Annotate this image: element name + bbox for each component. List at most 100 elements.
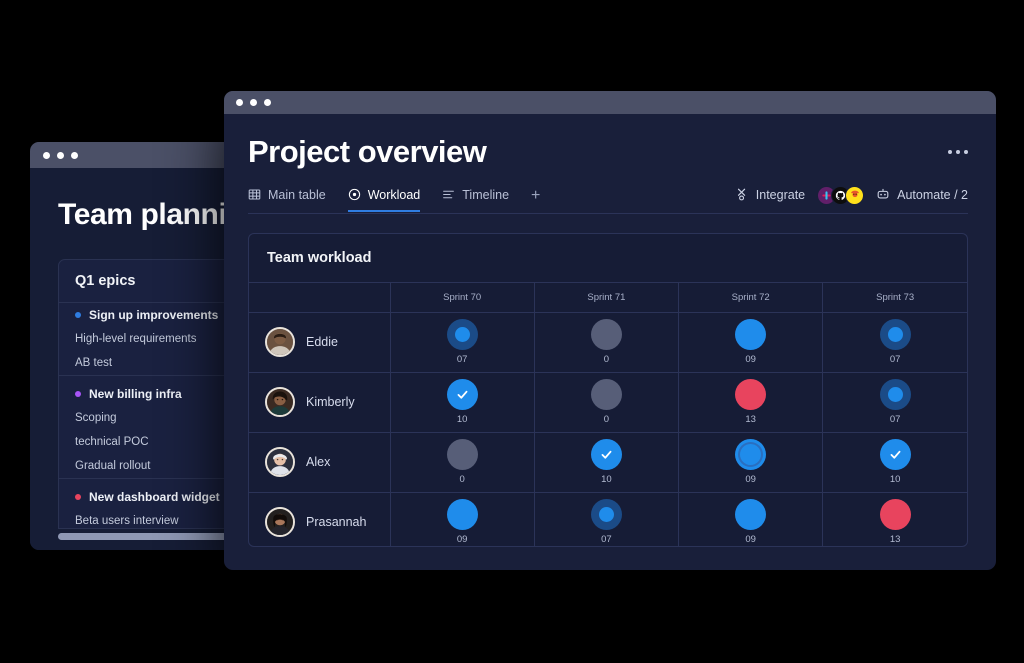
table-row[interactable]: Eddie 07 0 bbox=[249, 312, 967, 372]
project-overview-window[interactable]: Project overview bbox=[224, 91, 996, 570]
integration-badges[interactable] bbox=[817, 186, 864, 205]
workload-cell[interactable]: 0 bbox=[534, 312, 678, 372]
epic-title: Sign up improvements bbox=[89, 308, 218, 322]
avatar-kimberly bbox=[265, 387, 295, 417]
integrate-label: Integrate bbox=[756, 188, 805, 202]
team-workload-title: Team workload bbox=[249, 234, 967, 283]
table-row[interactable]: Prasannah 09 07 bbox=[249, 492, 967, 547]
add-view-button[interactable]: + bbox=[531, 188, 540, 212]
workload-bubble[interactable] bbox=[447, 439, 478, 470]
workload-cell[interactable]: 09 bbox=[679, 492, 823, 547]
epic-subitem-label: technical POC bbox=[75, 436, 149, 448]
workload-cell[interactable]: 07 bbox=[390, 312, 534, 372]
automate-button[interactable]: Automate / 2 bbox=[876, 187, 968, 204]
window-dot-close[interactable] bbox=[236, 99, 243, 106]
team-workload-panel: Team workload Sprint 70 Sprint 71 Sprint… bbox=[248, 233, 968, 547]
workload-value: 10 bbox=[457, 414, 468, 425]
tab-label: Workload bbox=[368, 188, 421, 202]
avatar-prasannah bbox=[265, 507, 295, 537]
workload-bubble[interactable] bbox=[735, 379, 766, 410]
window-dot-minimize[interactable] bbox=[57, 152, 64, 159]
page-title: Project overview bbox=[248, 136, 486, 169]
epic-subitem-label: Beta users interview bbox=[75, 515, 179, 527]
workload-bubble[interactable] bbox=[591, 319, 622, 350]
window-dot-close[interactable] bbox=[43, 152, 50, 159]
window-dot-maximize[interactable] bbox=[264, 99, 271, 106]
workload-value: 09 bbox=[745, 474, 756, 485]
workload-cell[interactable]: 07 bbox=[823, 312, 967, 372]
avatar-alex bbox=[265, 447, 295, 477]
workload-person-cell[interactable]: Eddie bbox=[249, 312, 390, 372]
tab-timeline[interactable]: Timeline bbox=[442, 188, 509, 212]
table-row[interactable]: Alex 0 bbox=[249, 432, 967, 492]
workload-col-sprint-70: Sprint 70 bbox=[390, 283, 534, 313]
workload-value: 09 bbox=[745, 354, 756, 365]
timeline-icon bbox=[442, 188, 455, 201]
epic-color-dot bbox=[75, 391, 81, 397]
workload-cell[interactable]: 0 bbox=[534, 372, 678, 432]
workload-bubble[interactable] bbox=[880, 439, 911, 470]
workload-cell[interactable]: 07 bbox=[534, 492, 678, 547]
workload-cell[interactable]: 10 bbox=[534, 432, 678, 492]
workload-bubble[interactable] bbox=[735, 439, 766, 470]
kebab-dot bbox=[948, 150, 952, 154]
workload-cell[interactable]: 10 bbox=[823, 432, 967, 492]
kebab-dot bbox=[964, 150, 968, 154]
workload-bubble[interactable] bbox=[880, 319, 911, 350]
workload-table: Sprint 70 Sprint 71 Sprint 72 Sprint 73 bbox=[249, 283, 967, 547]
workload-value: 10 bbox=[890, 474, 901, 485]
workload-cell[interactable]: 09 bbox=[679, 312, 823, 372]
workload-value: 13 bbox=[890, 534, 901, 545]
workload-bubble[interactable] bbox=[735, 499, 766, 530]
epic-title: New billing infra bbox=[89, 387, 182, 401]
workload-target-icon bbox=[348, 188, 361, 201]
workload-person-cell[interactable]: Prasannah bbox=[249, 492, 390, 547]
workload-value: 07 bbox=[890, 354, 901, 365]
workload-bubble[interactable] bbox=[591, 439, 622, 470]
workload-bubble[interactable] bbox=[447, 379, 478, 410]
table-row[interactable]: Kimberly 10 bbox=[249, 372, 967, 432]
workload-value: 10 bbox=[601, 474, 612, 485]
workload-value: 09 bbox=[745, 534, 756, 545]
robot-icon bbox=[876, 187, 890, 204]
workload-bubble[interactable] bbox=[735, 319, 766, 350]
workload-bubble[interactable] bbox=[447, 499, 478, 530]
workload-value: 07 bbox=[890, 414, 901, 425]
workload-cell[interactable]: 09 bbox=[390, 492, 534, 547]
page-header: Project overview bbox=[248, 136, 968, 169]
epic-color-dot bbox=[75, 494, 81, 500]
workload-cell[interactable]: 13 bbox=[679, 372, 823, 432]
workload-bubble[interactable] bbox=[880, 379, 911, 410]
workload-bubble[interactable] bbox=[447, 319, 478, 350]
tab-label: Main table bbox=[268, 188, 326, 202]
workload-cell[interactable]: 13 bbox=[823, 492, 967, 547]
workload-person-cell[interactable]: Alex bbox=[249, 432, 390, 492]
person-name: Alex bbox=[306, 455, 330, 469]
window-dot-minimize[interactable] bbox=[250, 99, 257, 106]
workload-bubble[interactable] bbox=[591, 379, 622, 410]
workload-table-body: Eddie 07 0 bbox=[249, 312, 967, 547]
automate-label: Automate / 2 bbox=[897, 188, 968, 202]
workload-cell[interactable]: 0 bbox=[390, 432, 534, 492]
project-overview-titlebar bbox=[224, 91, 996, 114]
workload-bubble[interactable] bbox=[591, 499, 622, 530]
mailchimp-integration-badge[interactable] bbox=[845, 186, 864, 205]
workload-value: 07 bbox=[601, 534, 612, 545]
workload-bubble[interactable] bbox=[880, 499, 911, 530]
workload-person-cell[interactable]: Kimberly bbox=[249, 372, 390, 432]
workload-col-sprint-72: Sprint 72 bbox=[679, 283, 823, 313]
workload-cell[interactable]: 09 bbox=[679, 432, 823, 492]
tab-workload[interactable]: Workload bbox=[348, 188, 421, 212]
kebab-menu-icon[interactable] bbox=[948, 150, 968, 154]
check-icon bbox=[600, 448, 613, 461]
tab-main-table[interactable]: Main table bbox=[248, 188, 326, 212]
workload-cell[interactable]: 10 bbox=[390, 372, 534, 432]
workload-cell[interactable]: 07 bbox=[823, 372, 967, 432]
integrate-button[interactable]: Integrate bbox=[735, 187, 805, 204]
workload-header-row: Sprint 70 Sprint 71 Sprint 72 Sprint 73 bbox=[249, 283, 967, 313]
workload-value: 0 bbox=[604, 354, 609, 365]
workload-value: 0 bbox=[459, 474, 464, 485]
person-name: Eddie bbox=[306, 335, 338, 349]
window-dot-maximize[interactable] bbox=[71, 152, 78, 159]
person-name: Kimberly bbox=[306, 395, 355, 409]
